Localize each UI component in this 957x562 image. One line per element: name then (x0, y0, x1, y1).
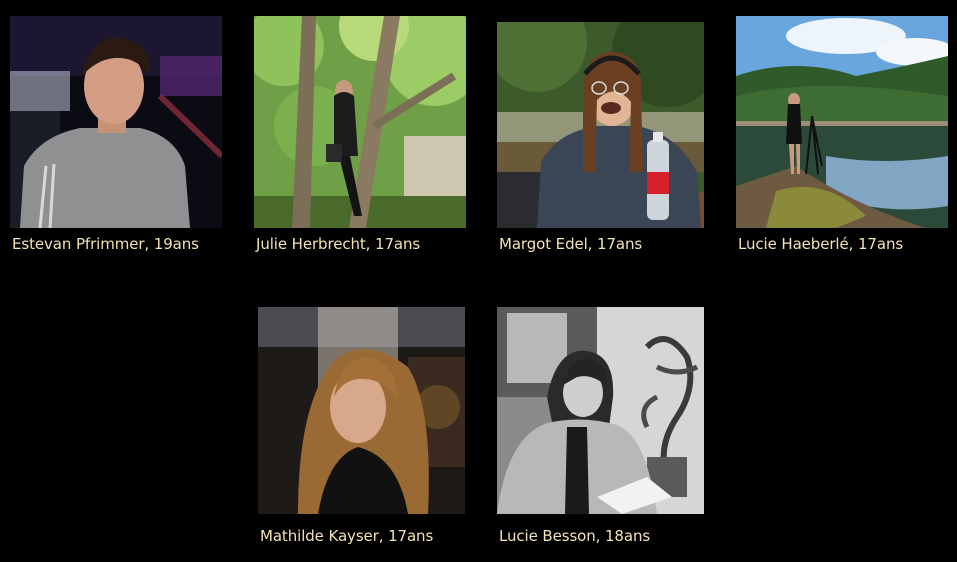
person-card[interactable]: Estevan Pfrimmer, 19ans (10, 16, 222, 253)
person-card[interactable]: Lucie Haeberlé, 17ans (736, 16, 948, 253)
person-caption: Julie Herbrecht, 17ans (256, 235, 421, 253)
portrait-photo[interactable] (497, 22, 704, 228)
portrait-photo[interactable] (254, 16, 466, 228)
person-caption: Estevan Pfrimmer, 19ans (12, 235, 199, 253)
person-card[interactable]: Lucie Besson, 18ans (497, 307, 704, 545)
person-card[interactable]: Margot Edel, 17ans (497, 22, 704, 253)
portrait-photo[interactable] (497, 307, 704, 514)
person-card[interactable]: Julie Herbrecht, 17ans (254, 16, 466, 253)
person-caption: Lucie Besson, 18ans (499, 527, 651, 545)
person-caption: Lucie Haeberlé, 17ans (738, 235, 904, 253)
portrait-photo[interactable] (736, 16, 948, 228)
portrait-photo[interactable] (10, 16, 222, 228)
portrait-photo[interactable] (258, 307, 465, 514)
person-card[interactable]: Mathilde Kayser, 17ans (258, 307, 465, 545)
person-caption: Mathilde Kayser, 17ans (260, 527, 434, 545)
person-caption: Margot Edel, 17ans (499, 235, 643, 253)
